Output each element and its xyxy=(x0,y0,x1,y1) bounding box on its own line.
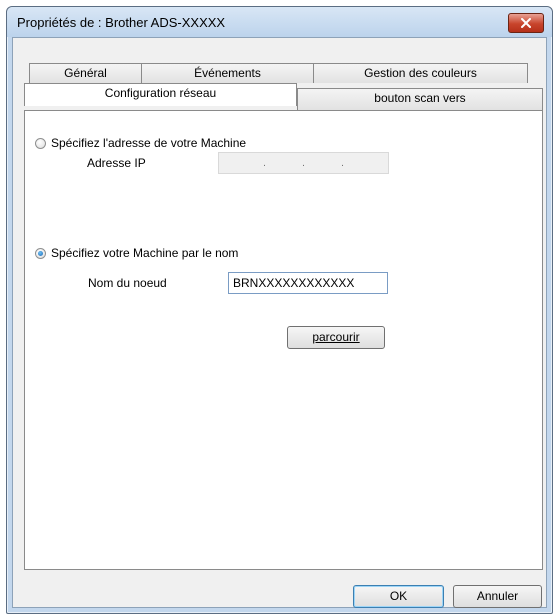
tab-gestion-couleurs-label: Gestion des couleurs xyxy=(364,66,477,80)
radio-specify-address[interactable]: Spécifiez l'adresse de votre Machine xyxy=(35,136,246,150)
tab-configuration-reseau-label: Configuration réseau xyxy=(104,86,217,100)
tab-bouton-scan-vers[interactable]: bouton scan vers xyxy=(297,88,543,110)
properties-dialog: Propriétés de : Brother ADS-XXXXX Généra… xyxy=(6,6,553,614)
browse-button-label: parcourir xyxy=(312,330,360,344)
browse-button[interactable]: parcourir xyxy=(287,326,385,349)
ip-dot: . xyxy=(302,157,305,169)
tab-evenements-label: Événements xyxy=(194,66,261,80)
close-icon xyxy=(521,18,531,28)
tab-configuration-reseau[interactable]: Configuration réseau xyxy=(24,83,297,106)
ip-address-field[interactable]: . . . xyxy=(218,152,389,174)
ok-button[interactable]: OK xyxy=(353,585,444,608)
tab-bouton-scan-vers-label: bouton scan vers xyxy=(374,91,466,105)
radio-specify-address-indicator xyxy=(35,137,46,149)
cancel-button[interactable]: Annuler xyxy=(453,585,542,608)
radio-specify-name-indicator xyxy=(35,247,46,259)
node-name-input[interactable] xyxy=(228,272,388,294)
tab-evenements[interactable]: Événements xyxy=(141,63,314,83)
cancel-button-label: Annuler xyxy=(476,589,519,603)
radio-specify-name[interactable]: Spécifiez votre Machine par le nom xyxy=(35,246,238,260)
radio-specify-name-label: Spécifiez votre Machine par le nom xyxy=(51,246,239,260)
ip-dot: . xyxy=(263,157,266,169)
close-button[interactable] xyxy=(508,13,544,33)
node-name-label: Nom du noeud xyxy=(88,276,167,290)
ip-address-label: Adresse IP xyxy=(87,156,146,170)
ip-dot: . xyxy=(341,157,344,169)
dialog-body: Général Événements Gestion des couleurs … xyxy=(12,37,547,608)
tab-gestion-couleurs[interactable]: Gestion des couleurs xyxy=(313,63,528,83)
ok-button-label: OK xyxy=(389,589,408,603)
tab-general[interactable]: Général xyxy=(29,63,142,83)
configuration-reseau-panel: Spécifiez l'adresse de votre Machine Adr… xyxy=(24,110,543,570)
radio-specify-address-label: Spécifiez l'adresse de votre Machine xyxy=(51,136,247,150)
tab-general-label: Général xyxy=(64,66,107,80)
window-title: Propriétés de : Brother ADS-XXXXX xyxy=(17,15,226,30)
title-bar[interactable]: Propriétés de : Brother ADS-XXXXX xyxy=(7,7,552,37)
